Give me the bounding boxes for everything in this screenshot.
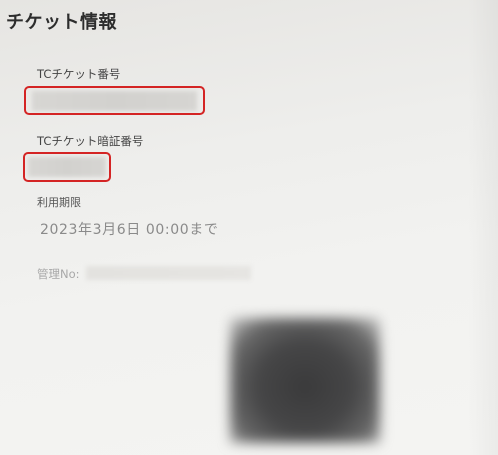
qr-code-redacted [230, 318, 380, 443]
expiry-label: 利用期限 [37, 196, 81, 209]
management-number-redacted-value [86, 266, 251, 280]
ticket-pin-highlight-box [23, 152, 111, 182]
ticket-number-highlight-box [24, 86, 205, 115]
expiry-value: 2023年3月6日 00:00まで [40, 222, 219, 238]
page-title: チケット情報 [6, 12, 117, 33]
ticket-number-label: TCチケット番号 [37, 67, 121, 81]
ticket-info-screen: チケット情報 TCチケット番号 TCチケット暗証番号 利用期限 2023年3月6… [0, 0, 498, 455]
management-number-label: 管理No: [37, 267, 80, 281]
edge-shade [468, 0, 498, 455]
ticket-pin-label: TCチケット暗証番号 [37, 134, 144, 148]
